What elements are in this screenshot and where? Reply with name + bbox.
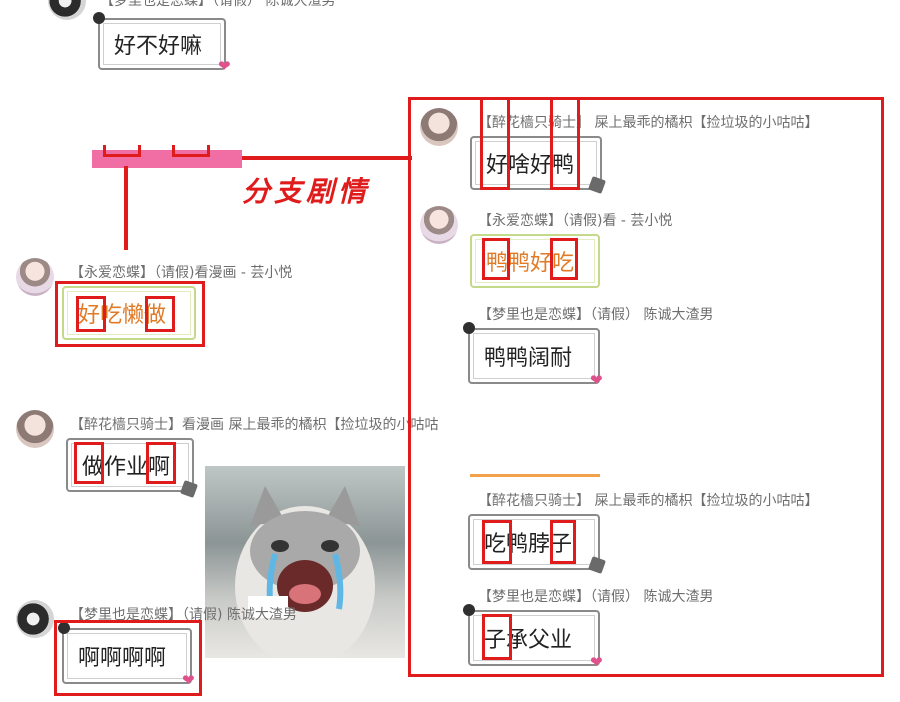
branch-label: 分支剧情 <box>242 175 371 208</box>
heart-icon: ❤ <box>590 371 603 389</box>
pin-icon <box>463 604 475 616</box>
sender-name: 【醉花樯只骑士】 屎上最乖的橘枳【捡垃圾的小咕咕】 <box>478 115 819 131</box>
connector-line <box>124 166 128 250</box>
chat-bubble[interactable]: 鸭鸭阔耐 <box>468 328 600 384</box>
sender-name: 【永爱恋蝶】（请假)看 - 芸小悦 <box>478 213 673 229</box>
highlight-box <box>146 442 176 484</box>
highlight-box <box>550 238 578 280</box>
connector-line <box>242 156 412 160</box>
highlight-box <box>482 520 512 564</box>
sender-name: 【永爱恋蝶】（请假)看漫画 - 芸小悦 <box>70 265 293 281</box>
pin-icon <box>463 322 475 334</box>
heart-icon: ❤ <box>218 57 231 75</box>
avatar[interactable] <box>48 0 86 20</box>
highlight-box <box>74 442 104 484</box>
avatar[interactable] <box>420 108 458 146</box>
highlight-box <box>482 614 512 660</box>
avatar[interactable] <box>16 258 54 296</box>
highlight-box <box>172 145 210 157</box>
chat-bubble[interactable]: 好不好嘛 <box>98 18 226 70</box>
cat-image[interactable] <box>205 466 405 658</box>
avatar[interactable] <box>420 206 458 244</box>
bubble-text: 好不好嘛 <box>114 34 203 59</box>
sender-name: 【梦里也是恋蝶】（请假） 陈诚大渣男 <box>478 589 714 605</box>
highlight-box <box>145 296 175 332</box>
scroll-icon <box>180 480 198 498</box>
highlight-box <box>482 238 510 280</box>
sender-name: 【醉花樯只骑士】 屎上最乖的橘枳【捡垃圾的小咕咕】 <box>478 493 819 509</box>
heart-icon: ❤ <box>590 653 603 671</box>
sender-name: 【醉花樯只骑士】看漫画 屎上最乖的橘枳【捡垃圾的小咕咕 <box>70 417 439 433</box>
highlight-box <box>480 100 510 190</box>
highlight-box <box>103 145 141 157</box>
highlight-box <box>550 520 576 564</box>
divider <box>470 474 600 477</box>
highlight-box <box>550 100 580 190</box>
pin-icon <box>93 12 105 24</box>
avatar[interactable] <box>16 600 54 638</box>
sender-name: 【梦里也是恋蝶】（请假） 陈诚大渣男 <box>100 0 336 9</box>
sender-name: 【梦里也是恋蝶】（请假） 陈诚大渣男 <box>478 307 714 323</box>
bubble-text: 鸭鸭阔耐 <box>484 346 573 371</box>
highlight-box <box>76 296 106 332</box>
highlight-box <box>54 620 202 696</box>
avatar[interactable] <box>16 410 54 448</box>
crying-cat-icon <box>235 486 375 658</box>
